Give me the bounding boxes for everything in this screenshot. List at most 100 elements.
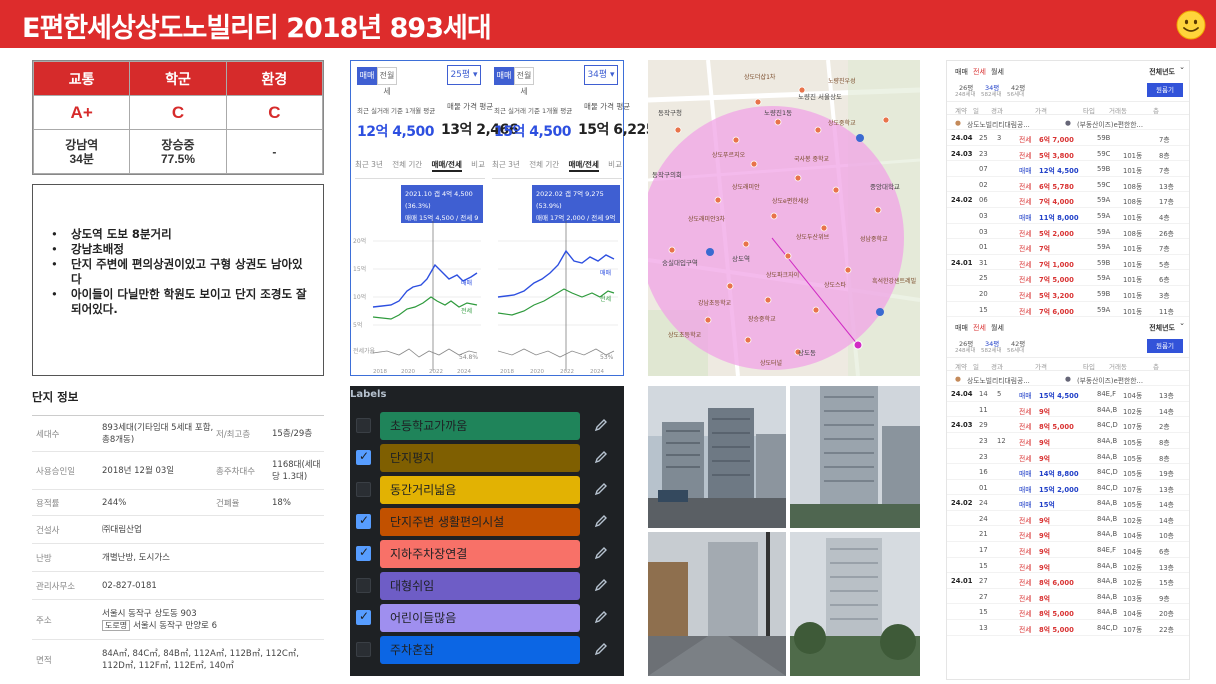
label-chip[interactable]: 초등학교가까움 — [380, 412, 580, 440]
label-checkbox[interactable] — [356, 513, 371, 529]
tx-tab[interactable]: 매매 — [955, 67, 968, 77]
edit-pencil-icon[interactable] — [593, 609, 609, 625]
transaction-row[interactable]: 24.03 29 전세 8억 5,000 84C,D 107동 2층 — [947, 417, 1189, 433]
tx-month: 24.02 — [951, 499, 973, 508]
tx-floor: 7층 — [1159, 136, 1170, 144]
transaction-row[interactable]: 25 전세 7억 5,000 59A 101동 6층 — [947, 270, 1189, 286]
tab-jeonse[interactable]: 전월세 — [377, 67, 397, 96]
transaction-row[interactable]: 24.01 31 전세 7억 1,000 59B 101동 5층 — [947, 255, 1189, 271]
transaction-row[interactable]: 01 매매 15억 2,000 84C,D 107동 13층 — [947, 480, 1189, 496]
tx-price: 9억 — [1039, 516, 1050, 525]
neighborhood-map[interactable]: 상도더샵1차 노량진 서울상도 노량진1동 노량진우성 동작구청 상도중학교 상… — [648, 60, 920, 376]
transaction-row[interactable]: 24.03 23 전세 5억 3,800 59C 101동 8층 — [947, 146, 1189, 162]
transaction-row[interactable]: 11 전세 9억 84A,B 102동 14층 — [947, 402, 1189, 418]
tx-tab[interactable]: 월세 — [991, 67, 1004, 77]
transaction-row[interactable]: 23 전세 9억 84A,B 105동 8층 — [947, 449, 1189, 465]
label-chip[interactable]: 주차혼잡 — [380, 636, 580, 664]
edit-pencil-icon[interactable] — [593, 577, 609, 593]
transaction-row[interactable]: 02 전세 6억 5,780 59C 108동 13층 — [947, 177, 1189, 193]
tx-building: 108동 — [1123, 229, 1143, 238]
edit-pencil-icon[interactable] — [593, 481, 609, 497]
range-tab[interactable]: 전체 기간 — [392, 159, 422, 172]
transaction-row[interactable]: 21 전세 9억 84A,B 104동 10층 — [947, 526, 1189, 543]
edit-pencil-icon[interactable] — [593, 449, 609, 465]
tx-tab[interactable]: 전세 — [973, 67, 986, 77]
label-checkbox[interactable] — [356, 449, 371, 465]
transaction-row[interactable]: 15 전세 9억 84A,B 102동 13층 — [947, 558, 1189, 574]
tx-month: 24.04 — [951, 390, 973, 399]
edit-pencil-icon[interactable] — [593, 513, 609, 529]
transaction-row[interactable]: 07 매매 12억 4,500 59B 101동 7층 — [947, 161, 1189, 177]
edit-pencil-icon[interactable] — [593, 417, 609, 433]
tx-tab[interactable]: 월세 — [991, 323, 1004, 333]
transaction-row[interactable]: 20 전세 5억 3,200 59B 101동 3층 — [947, 286, 1189, 302]
size-select[interactable]: 34평 ▾ — [584, 65, 618, 85]
label-row[interactable]: 단지주변 생활편의시설 — [350, 506, 624, 538]
transaction-row[interactable]: 15 전세 7억 6,000 59A 101동 11층 — [947, 302, 1189, 318]
tx-price: 6억 5,780 — [1039, 182, 1074, 191]
transaction-row[interactable]: 15 전세 8억 5,000 84A,B 104동 20층 — [947, 604, 1189, 621]
label-row[interactable]: 대형쉬임 — [350, 570, 624, 602]
transaction-row[interactable]: 24 전세 9억 84A,B 102동 14층 — [947, 511, 1189, 527]
tab-sale[interactable]: 매매 — [357, 67, 377, 85]
label-checkbox[interactable] — [356, 609, 371, 625]
detail-line: 장승중 — [161, 137, 195, 152]
label-row[interactable]: 주차혼잡 — [350, 634, 624, 666]
transaction-row[interactable]: 03 매매 11억 8,000 59A 101동 4층 — [947, 208, 1189, 224]
tx-tab[interactable]: 전세 — [973, 323, 986, 333]
chevron-down-icon[interactable]: ⌄ — [1179, 63, 1185, 71]
range-tab[interactable]: 최근 3년 — [355, 159, 383, 172]
transaction-row[interactable]: 01 전세 7억 59A 101동 7층 — [947, 239, 1189, 255]
chevron-down-icon[interactable]: ⌄ — [1179, 319, 1185, 327]
column-header: 층 — [1153, 107, 1159, 115]
tx-day: 14 — [979, 390, 988, 399]
label-checkbox[interactable] — [356, 418, 371, 433]
year-filter[interactable]: 전체년도 — [1149, 67, 1175, 77]
label-row[interactable]: 초등학교가까움 — [350, 410, 624, 442]
transaction-row[interactable]: 24.04 14 5 매매 15억 4,500 84E,F 104동 13층 — [947, 386, 1189, 402]
apply-button[interactable]: 원룸기 — [1147, 339, 1183, 354]
transaction-row[interactable]: 13 전세 8억 5,000 84C,D 107동 22층 — [947, 620, 1189, 636]
tx-type: 전세 — [1019, 454, 1032, 463]
transaction-row[interactable]: 16 매매 14억 8,800 84C,D 105동 19층 — [947, 464, 1189, 480]
edit-pencil-icon[interactable] — [593, 545, 609, 561]
transaction-row[interactable]: 24.02 24 매매 15억 84A,B 105동 14층 — [947, 495, 1189, 511]
label-chip[interactable]: 동간거리넓음 — [380, 476, 580, 504]
edit-pencil-icon[interactable] — [593, 641, 609, 657]
transaction-row[interactable]: 03 전세 5억 2,000 59A 108동 26층 — [947, 224, 1189, 240]
tab-jeonse[interactable]: 전월세 — [514, 67, 534, 96]
tx-unit-type: 59B — [1097, 165, 1111, 174]
range-tab[interactable]: 비교 — [608, 159, 622, 172]
label-chip[interactable]: 지하주차장연결 — [380, 540, 580, 568]
range-tab-active[interactable]: 매매/전세 — [431, 159, 462, 172]
range-tab[interactable]: 비교 — [471, 159, 485, 172]
year-filter[interactable]: 전체년도 — [1149, 323, 1175, 333]
label-chip[interactable]: 어린이들많음 — [380, 604, 580, 632]
range-tab-active[interactable]: 매매/전세 — [568, 159, 599, 172]
label-row[interactable]: 단지평지 — [350, 442, 624, 474]
transaction-row[interactable]: 27 전세 8억 84A,B 103동 9층 — [947, 589, 1189, 605]
range-tab[interactable]: 최근 3년 — [492, 159, 520, 172]
transaction-row[interactable]: 24.04 25 3 전세 6억 7,000 59B 7층 — [947, 130, 1189, 146]
size-select[interactable]: 25평 ▾ — [447, 65, 481, 85]
label-checkbox[interactable] — [356, 578, 371, 593]
label-chip[interactable]: 단지평지 — [380, 444, 580, 472]
apply-button[interactable]: 원룸기 — [1147, 83, 1183, 97]
label-row[interactable]: 지하주차장연결 — [350, 538, 624, 570]
tab-sale[interactable]: 매매 — [494, 67, 514, 85]
label-chip[interactable]: 대형쉬임 — [380, 572, 580, 600]
transaction-row[interactable]: 24.01 27 전세 8억 6,000 84A,B 102동 15층 — [947, 573, 1189, 589]
transaction-row[interactable]: 24.02 06 전세 7억 4,000 59A 108동 17층 — [947, 192, 1189, 208]
label-checkbox[interactable] — [356, 642, 371, 657]
label-row[interactable]: 어린이들많음 — [350, 602, 624, 634]
label-chip[interactable]: 단지주변 생활편의시설 — [380, 508, 580, 536]
tx-price: 6억 7,000 — [1039, 136, 1074, 144]
transaction-row[interactable]: 23 12 전세 9억 84A,B 105동 8층 — [947, 433, 1189, 449]
range-tab[interactable]: 전체 기간 — [529, 159, 559, 172]
label-checkbox[interactable] — [356, 545, 371, 561]
x-tick: 2018 — [500, 369, 514, 375]
label-checkbox[interactable] — [356, 482, 371, 497]
label-row[interactable]: 동간거리넓음 — [350, 474, 624, 506]
tx-tab[interactable]: 매매 — [955, 323, 968, 333]
transaction-row[interactable]: 17 전세 9억 84E,F 104동 6층 — [947, 542, 1189, 558]
